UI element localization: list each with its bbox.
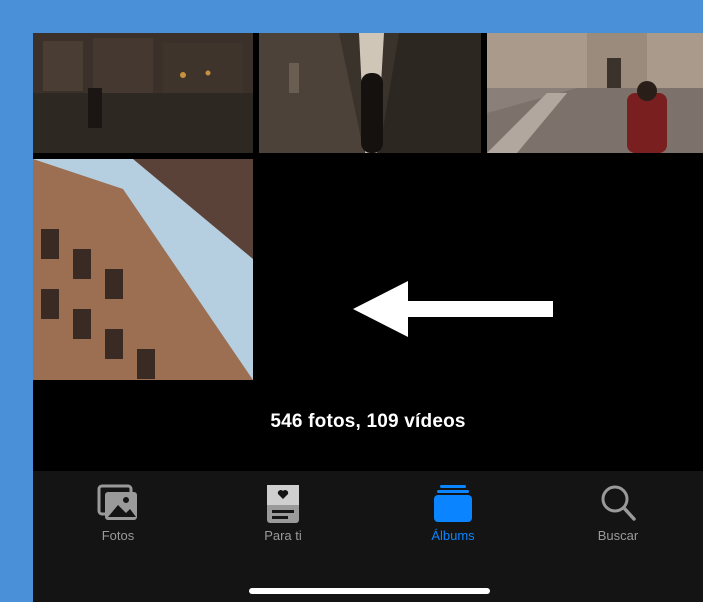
- albums-icon: [434, 485, 472, 522]
- photos-icon: [97, 484, 137, 520]
- for-you-icon: [267, 485, 299, 523]
- photo-thumbnail-alley[interactable]: [259, 33, 481, 153]
- tab-bar: Fotos Para ti Álbums Buscar: [33, 471, 703, 602]
- tab-label-albums: Álbums: [431, 528, 475, 543]
- photo-thumbnail-street-night[interactable]: [33, 33, 253, 153]
- tab-albums[interactable]: Álbums: [378, 481, 528, 551]
- tab-label-fotos: Fotos: [101, 528, 135, 543]
- photo-thumbnail-building[interactable]: [33, 159, 253, 380]
- home-indicator[interactable]: [249, 588, 490, 594]
- tab-fotos[interactable]: Fotos: [43, 481, 193, 551]
- photo-thumbnail-plaza[interactable]: [487, 33, 703, 153]
- tab-label-buscar: Buscar: [597, 528, 639, 543]
- tab-para-ti[interactable]: Para ti: [208, 481, 358, 551]
- tab-buscar[interactable]: Buscar: [543, 481, 693, 551]
- library-count-text: 546 fotos, 109 vídeos: [270, 411, 466, 432]
- photos-app-screen: 546 fotos, 109 vídeos Fotos Para ti Álbu…: [33, 33, 703, 602]
- search-icon: [601, 485, 636, 521]
- tab-label-para-ti: Para ti: [264, 528, 302, 543]
- left-arrow-icon: [353, 281, 553, 337]
